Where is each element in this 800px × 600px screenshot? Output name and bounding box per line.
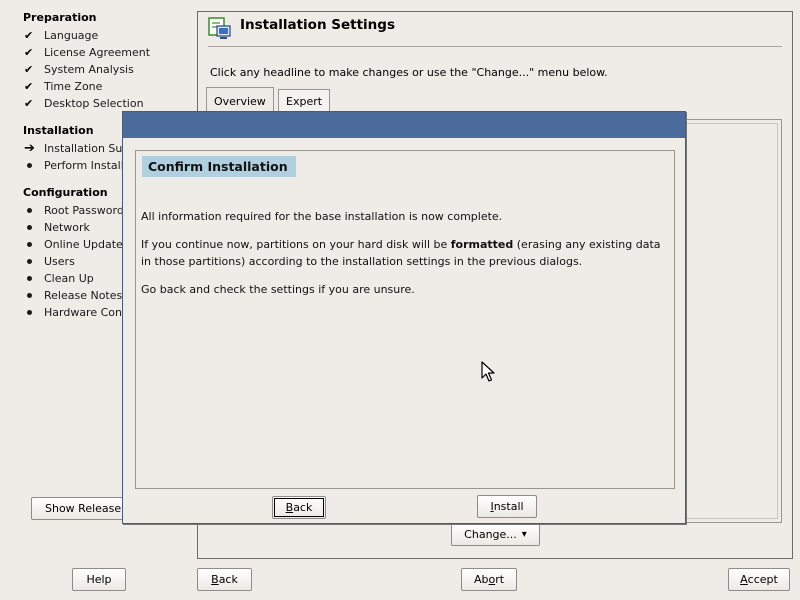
step-label: Desktop Selection [44,97,144,110]
dialog-content-frame: Confirm Installation All information req… [135,150,675,489]
accept-mnemonic: A [740,573,748,586]
abort-mnemonic: o [488,573,496,586]
dialog-paragraph-go-back: Go back and check the settings if you ar… [141,283,415,296]
section-title-preparation: Preparation [23,11,97,24]
bullet-icon [24,163,44,168]
warning-text-emphasis: formatted [450,238,514,251]
step-label: Release Notes [44,289,123,302]
bullet-icon [24,225,44,230]
abort-button[interactable]: Ab o rt [461,568,517,591]
check-icon: ✔ [24,46,34,59]
step-label: Time Zone [44,80,103,93]
installation-settings-icon [208,17,231,39]
abort-label-after: rt [495,573,505,586]
check-icon: ✔ [24,63,34,76]
instruction-text: Click any headline to make changes or us… [210,66,608,79]
step-system-analysis: ✔ System Analysis [24,61,194,78]
tab-label: Overview [214,95,266,108]
step-label: Online Update [44,238,123,251]
arrow-right-icon: ➔ [24,141,35,156]
dialog-back-label-rest: ack [293,501,313,514]
change-label: Change... [464,528,517,541]
help-button[interactable]: Help [72,568,126,591]
back-button[interactable]: Back [197,568,252,591]
check-icon: ✔ [24,29,34,42]
chevron-down-icon: ▾ [521,529,527,540]
dialog-back-button[interactable]: Back [272,496,326,519]
check-icon: ✔ [24,97,34,110]
step-language: ✔ Language [24,27,194,44]
dialog-paragraph-complete: All information required for the base in… [141,210,503,223]
page-title: Installation Settings [240,17,395,33]
bullet-icon [24,310,44,315]
step-label: Network [44,221,90,234]
step-label: Perform Installa [44,159,131,172]
bullet-icon [24,276,44,281]
step-label: System Analysis [44,63,134,76]
step-license-agreement: ✔ License Agreement [24,44,194,61]
abort-label-before: Ab [473,573,489,586]
back-mnemonic: B [211,573,219,586]
section-title-configuration: Configuration [23,186,108,199]
step-label: Root Password [44,204,124,217]
bullet-icon [24,208,44,213]
bullet-icon [24,293,44,298]
mouse-pointer-icon [481,361,495,382]
show-release-notes-label: Show Release [45,502,122,515]
step-label: Language [44,29,99,42]
install-button[interactable]: Install [477,495,537,518]
tab-label: Expert [286,95,323,108]
tab-expert[interactable]: Expert [278,89,331,113]
install-label-rest: nstall [493,500,524,513]
step-time-zone: ✔ Time Zone [24,78,194,95]
warning-text-before: If you continue now, partitions on your … [141,238,451,251]
step-label: License Agreement [44,46,151,59]
step-desktop-selection: ✔ Desktop Selection [24,95,194,112]
header-divider [208,46,782,47]
dialog-titlebar[interactable] [123,112,685,138]
dialog-paragraph-warning: If you continue now, partitions on your … [141,236,661,270]
accept-label-rest: ccept [747,573,778,586]
help-label: Help [86,573,112,586]
step-label: Clean Up [44,272,94,285]
confirm-installation-dialog: Confirm Installation All information req… [122,111,686,524]
bullet-icon [24,242,44,247]
accept-button[interactable]: Accept [728,568,790,591]
back-label-rest: ack [218,573,238,586]
dialog-back-mnemonic: B [285,501,294,514]
dialog-heading: Confirm Installation [142,156,296,177]
check-icon: ✔ [24,80,34,93]
change-menu-button[interactable]: Change... ▾ [451,523,540,546]
bullet-icon [24,259,44,264]
step-label: Installation Sur [44,142,127,155]
step-label: Users [44,255,75,268]
section-title-installation: Installation [23,124,94,137]
step-label: Hardware Con [44,306,122,319]
